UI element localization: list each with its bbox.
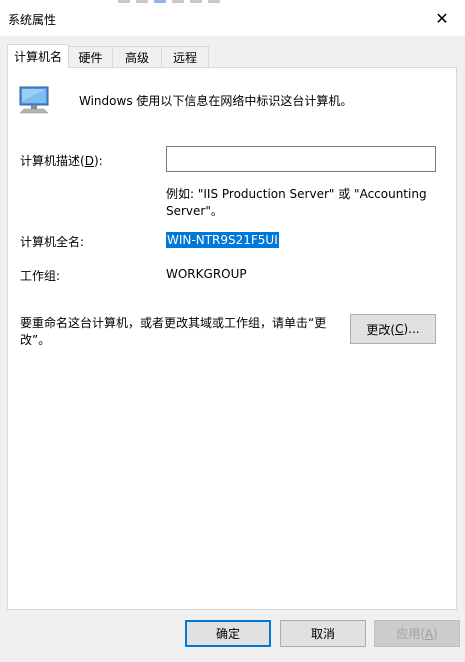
change-button[interactable]: 更改(C)... <box>350 314 436 344</box>
description-label: 计算机描述(D): <box>20 154 103 168</box>
description-input[interactable] <box>166 146 436 172</box>
tab-advanced[interactable]: 高级 <box>112 46 162 67</box>
title-bar: 系统属性 ✕ <box>0 0 465 37</box>
workgroup-value: WORKGROUP <box>166 267 247 281</box>
fullname-value: WIN-NTR9S21F5UI <box>166 232 279 248</box>
rename-instructions: 要重命名这台计算机，或者更改其域或工作组，请单击“更改”。 <box>20 316 327 347</box>
intro-text: Windows 使用以下信息在网络中标识这台计算机。 <box>79 94 353 108</box>
cancel-button[interactable]: 取消 <box>280 620 366 647</box>
apply-button[interactable]: 应用(A) <box>374 620 460 647</box>
example-text: 例如: "IIS Production Server" 或 "Accountin… <box>166 187 427 218</box>
fullname-label: 计算机全名: <box>20 235 85 249</box>
close-button[interactable]: ✕ <box>419 0 465 36</box>
tab-computer-name[interactable]: 计算机名 <box>7 44 69 68</box>
background-window-remnant <box>118 0 278 3</box>
ok-button[interactable]: 确定 <box>185 620 271 647</box>
workgroup-label: 工作组: <box>20 269 61 283</box>
tab-hardware[interactable]: 硬件 <box>68 46 113 67</box>
window-title: 系统属性 <box>8 13 57 27</box>
close-icon: ✕ <box>435 8 449 28</box>
tab-remote[interactable]: 远程 <box>161 46 209 67</box>
computer-icon <box>19 86 49 114</box>
